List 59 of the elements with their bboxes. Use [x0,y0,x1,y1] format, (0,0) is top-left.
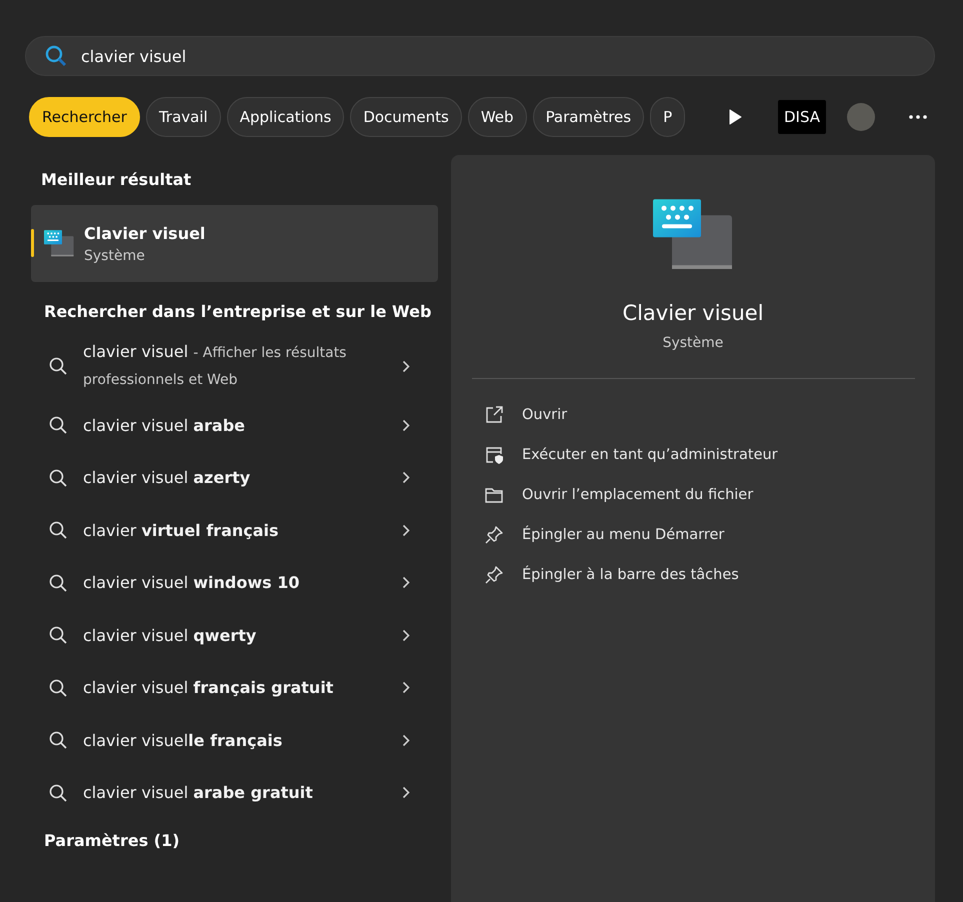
chevron-right-icon [402,786,410,800]
account-badge[interactable]: DISA [778,100,826,134]
search-icon [49,678,67,697]
search-suggestion[interactable]: clavier visuelle français [31,714,438,766]
keyboard-icon [44,230,74,257]
best-match-item[interactable]: Clavier visuel Système [31,205,438,282]
chevron-right-icon [402,360,410,372]
search-suggestion[interactable]: clavier visuel qwerty [31,609,438,662]
search-suggestion[interactable]: clavier visuel arabe [31,399,438,452]
context-action[interactable]: Exécuter en tant qu’administrateur [484,435,935,476]
search-icon [49,357,67,375]
pin-icon [484,565,504,586]
chevron-right-icon [402,734,410,747]
selection-indicator [31,229,34,257]
search-icon [49,731,67,750]
chevron-right-icon [402,524,410,537]
context-action[interactable]: Ouvrir l’emplacement du fichier [484,475,935,516]
chevron-right-icon [402,628,410,642]
search-icon [49,416,67,434]
chevron-right-icon [402,418,410,432]
filter-tab[interactable]: P [650,97,686,137]
app-title: Clavier visuel [84,224,206,242]
section-heading: Paramètres (1) [44,831,181,850]
filter-tab[interactable]: Paramètres [532,97,644,137]
search-icon [49,574,67,592]
search-suggestion[interactable]: clavier visuel windows 10 [31,556,438,609]
chevron-right-icon [402,681,410,694]
shield-window-icon [484,445,504,466]
external-link-icon [484,405,504,426]
search-icon [49,784,67,802]
search-icon [49,468,67,487]
search-field[interactable]: clavier visuel [25,36,935,76]
search-suggestion[interactable]: clavier visuel français gratuit [31,662,438,714]
chevron-right-icon [402,576,410,590]
search-icon [45,45,67,67]
pin-icon [484,525,504,546]
context-action[interactable]: Épingler au menu Démarrer [484,515,935,556]
more-icon[interactable] [909,115,928,119]
context-action[interactable]: Ouvrir [484,395,935,436]
search-suggestion[interactable]: clavier visuel azerty [31,452,438,504]
keyboard-icon [653,199,733,270]
app-category: Système [662,335,724,352]
search-icon [49,521,67,540]
filter-tab[interactable]: Rechercher [29,97,140,137]
filter-tab[interactable]: Documents [350,97,462,137]
section-heading: Rechercher dans l’entreprise et sur le Web [44,302,432,321]
context-action[interactable]: Épingler à la barre des tâches [484,555,935,596]
filter-tab[interactable]: Applications [226,97,344,137]
app-category: Système [84,248,146,264]
chevron-right-icon [402,471,410,484]
play-icon[interactable] [728,109,742,125]
filter-tab[interactable]: Web [468,97,527,137]
search-suggestion[interactable]: clavier virtuel français [31,504,438,556]
search-icon [49,626,67,644]
app-title: Clavier visuel [622,301,764,326]
section-heading: Meilleur résultat [41,170,192,189]
search-suggestion[interactable]: clavier visuel arabe gratuit [31,766,438,819]
filter-tab[interactable]: Travail [146,97,221,137]
search-suggestion[interactable]: clavier visuel - Afficher les résultats professionnels et Web [31,333,438,399]
